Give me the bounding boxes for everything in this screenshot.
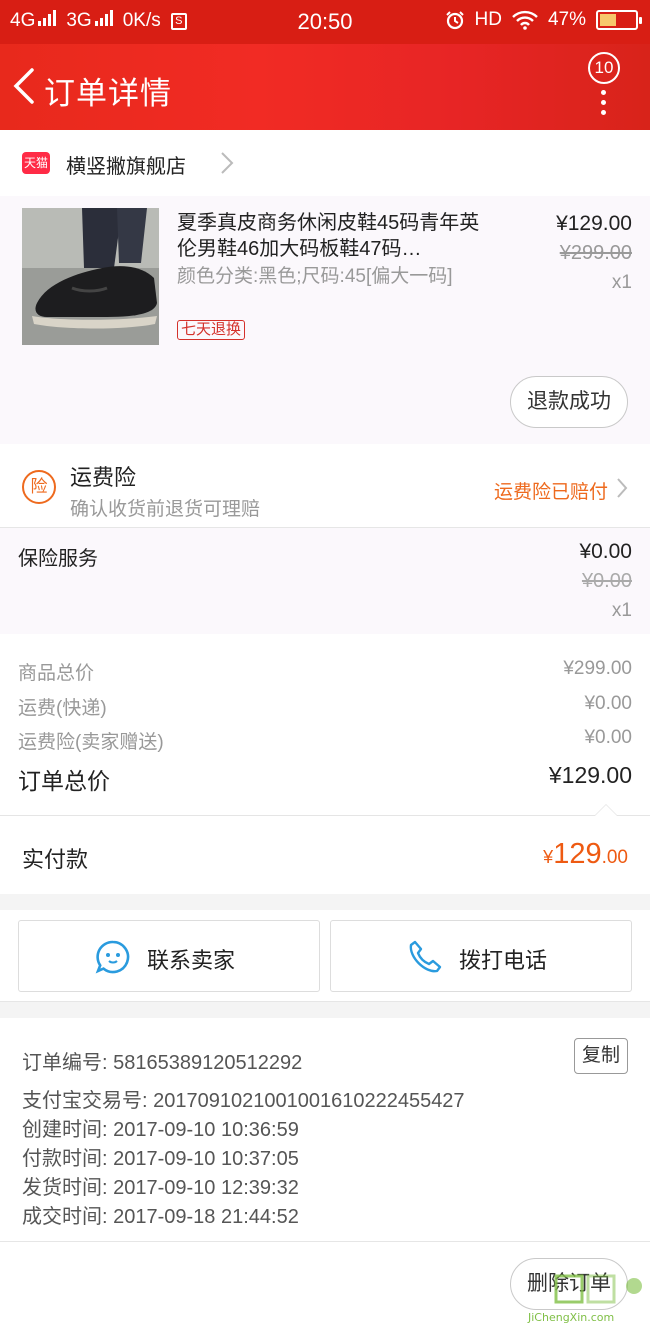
shop-header[interactable]: 天猫 横竖撇旗舰店 [0,130,650,196]
insurance-subtitle: 确认收货前退货可理赔 [70,499,261,520]
notch-decoration [594,804,618,816]
product-image[interactable] [22,208,159,345]
product-title[interactable]: 夏季真皮商务休闲皮鞋45码青年英伦男鞋46加大码板鞋47码… [177,210,497,262]
watermark-logo: JiChengXin.com [528,1272,646,1324]
service-quantity: x1 [611,600,632,621]
insurance-fee-row: 运费险(卖家赠送) ¥0.00 [18,727,632,753]
message-count-badge: 10 [588,52,620,84]
shipped-time: 发货时间: 2017-09-10 12:39:32 [22,1177,299,1199]
watermark-graphic [554,1274,642,1304]
battery-icon [596,10,642,30]
call-label: 拨打电话 [459,948,548,973]
service-price: ¥0.00 [579,540,632,563]
hd-label: HD [474,9,502,30]
more-menu-button[interactable]: 10 [588,52,632,122]
order-info: 订单编号: 58165389120512292 复制 支付宝交易号: 20170… [0,1018,650,1242]
items-total-row: 商品总价 ¥299.00 [18,658,632,684]
chevron-right-icon [617,478,628,498]
insurance-status[interactable]: 运费险已赔付 [494,477,608,504]
product-card[interactable]: 夏季真皮商务休闲皮鞋45码青年英伦男鞋46加大码板鞋47码… 颜色分类:黑色;尺… [0,196,650,444]
product-original-price: ¥299.00 [559,242,632,264]
paid-label: 实付款 [22,847,89,872]
paid-amount: ¥129.00 [543,838,628,870]
status-right: HD 47% [445,9,642,31]
insurance-service-row: 保险服务 ¥0.00 ¥0.00 x1 [0,528,650,634]
contact-seller-button[interactable]: 联系卖家 [18,920,320,992]
price-summary: 商品总价 ¥299.00 运费(快递) ¥0.00 运费险(卖家赠送) ¥0.00 订… [0,634,650,816]
shipping-insurance-row[interactable]: 险 运费险 确认收货前退货可理赔 运费险已赔付 [0,444,650,528]
product-sku: 颜色分类:黑色;尺码:45[偏大一码] [177,266,453,287]
refund-status-button[interactable]: 退款成功 [510,376,628,428]
shop-name[interactable]: 横竖撇旗舰店 [66,150,186,179]
copy-button[interactable]: 复制 [574,1038,628,1074]
wifi-icon [512,10,538,30]
paid-amount-row: 实付款 ¥129.00 [0,816,650,894]
product-price: ¥129.00 [556,212,632,235]
completed-time: 成交时间: 2017-09-18 21:44:52 [22,1206,299,1228]
page-title: 订单详情 [44,76,172,111]
back-button[interactable] [10,66,40,106]
product-quantity: x1 [611,272,632,293]
order-number: 订单编号: 58165389120512292 [22,1052,303,1074]
insurance-title: 运费险 [70,465,137,490]
nav-bar: 订单详情 10 [0,44,650,130]
alarm-icon [445,11,464,30]
shipping-fee-row: 运费(快递) ¥0.00 [18,693,632,719]
tmall-logo: 天猫 [22,152,50,174]
service-label: 保险服务 [18,548,98,570]
order-total-row: 订单总价 ¥129.00 [18,762,632,794]
contact-seller-label: 联系卖家 [147,948,236,973]
contact-actions: 联系卖家 拨打电话 [0,910,650,1002]
more-dots-icon [601,90,607,120]
phone-icon [409,940,442,973]
created-time: 创建时间: 2017-09-10 10:36:59 [22,1119,299,1141]
insurance-icon: 险 [22,470,56,504]
call-button[interactable]: 拨打电话 [330,920,632,992]
return-policy-tag: 七天退换 [177,320,246,340]
watermark-text: JiChengXin.com [528,1311,615,1324]
service-original-price: ¥0.00 [581,570,632,592]
paid-time: 付款时间: 2017-09-10 10:37:05 [22,1148,299,1170]
alipay-trade-number: 支付宝交易号: 2017091021001001610222455427 [22,1090,465,1112]
battery-percent: 47% [547,9,586,30]
chevron-left-icon [13,68,34,104]
chat-bubble-icon [95,940,130,974]
status-bar: 4G 3G 0K/s S 20:50 HD 47% [0,0,650,44]
chevron-right-icon [221,152,234,174]
